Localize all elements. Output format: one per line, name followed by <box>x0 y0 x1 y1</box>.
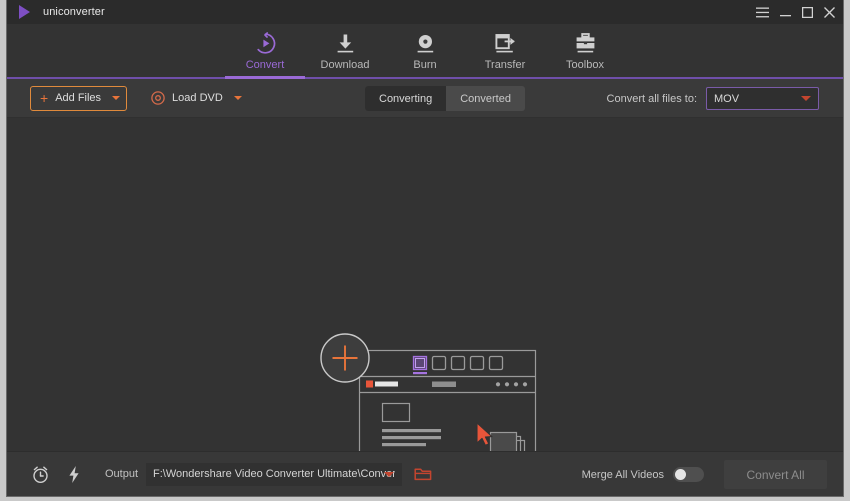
merge-all-videos-label: Merge All Videos <box>581 468 664 481</box>
nav-label-convert: Convert <box>245 59 285 71</box>
output-format-value: MOV <box>714 92 740 105</box>
convert-circle-play-icon <box>254 31 277 55</box>
convert-all-files-to-group: Convert all files to: MOV <box>607 79 819 118</box>
convert-all-files-to-label: Convert all files to: <box>606 92 697 105</box>
toolbox-icon <box>574 31 597 55</box>
window-controls <box>756 0 835 24</box>
nav-item-toolbox[interactable]: Toolbox <box>545 24 625 71</box>
application-window: uniconverter Convert Download Burn Trans… <box>6 0 844 497</box>
output-format-select[interactable]: MOV <box>706 87 819 110</box>
nav-item-transfer[interactable]: Transfer <box>465 24 545 71</box>
chevron-down-icon[interactable] <box>384 471 395 477</box>
play-triangle-icon <box>15 3 33 21</box>
title-bar: uniconverter <box>7 0 843 24</box>
tab-converted[interactable]: Converted <box>446 86 525 111</box>
add-files-label: Add Files <box>55 92 102 104</box>
app-title: uniconverter <box>43 6 105 18</box>
load-dvd-label: Load DVD <box>172 92 223 104</box>
chevron-down-icon <box>801 96 811 101</box>
minimize-icon[interactable] <box>780 7 791 18</box>
chevron-down-icon[interactable] <box>112 96 121 100</box>
open-folder-icon[interactable] <box>414 466 432 482</box>
main-navigation: Convert Download Burn Transfer Toolbox <box>7 24 843 79</box>
toggle-knob <box>675 469 686 480</box>
nav-label-transfer: Transfer <box>484 59 526 71</box>
download-arrow-icon <box>334 31 357 55</box>
close-icon[interactable] <box>824 6 835 18</box>
nav-label-burn: Burn <box>413 59 437 71</box>
nav-label-toolbox: Toolbox <box>566 59 604 71</box>
output-path-value: F:\Wondershare Video Converter Ultimate\… <box>153 468 396 480</box>
nav-item-convert[interactable]: Convert <box>225 24 305 71</box>
nav-item-burn[interactable]: Burn <box>385 24 465 71</box>
bottom-right-controls: Merge All Videos Convert All <box>581 452 827 496</box>
plus-icon: + <box>40 90 49 106</box>
nav-item-download[interactable]: Download <box>305 24 385 71</box>
load-dvd-button[interactable]: Load DVD <box>147 91 246 105</box>
converting-converted-tabs: Converting Converted <box>365 86 525 111</box>
output-label: Output <box>105 468 139 480</box>
main-content-area <box>7 118 843 468</box>
output-path-field[interactable]: F:\Wondershare Video Converter Ultimate\… <box>146 462 403 486</box>
bottom-bar: Output F:\Wondershare Video Converter Ul… <box>7 451 843 496</box>
merge-all-videos-toggle[interactable] <box>673 467 704 482</box>
tab-converting[interactable]: Converting <box>365 86 447 111</box>
maximize-icon[interactable] <box>802 6 813 18</box>
nav-label-download: Download <box>320 59 370 71</box>
alarm-clock-icon[interactable] <box>23 465 57 484</box>
lightning-bolt-icon[interactable] <box>57 465 91 484</box>
transfer-device-icon <box>493 31 518 55</box>
hamburger-menu-icon[interactable] <box>756 7 769 18</box>
action-toolbar: + Add Files Load DVD Converting Converte… <box>7 79 843 118</box>
disc-icon <box>151 91 165 105</box>
add-files-button[interactable]: + Add Files <box>30 85 128 111</box>
burn-disc-icon <box>414 31 437 55</box>
convert-all-button[interactable]: Convert All <box>724 460 827 489</box>
chevron-down-icon[interactable] <box>233 96 242 100</box>
